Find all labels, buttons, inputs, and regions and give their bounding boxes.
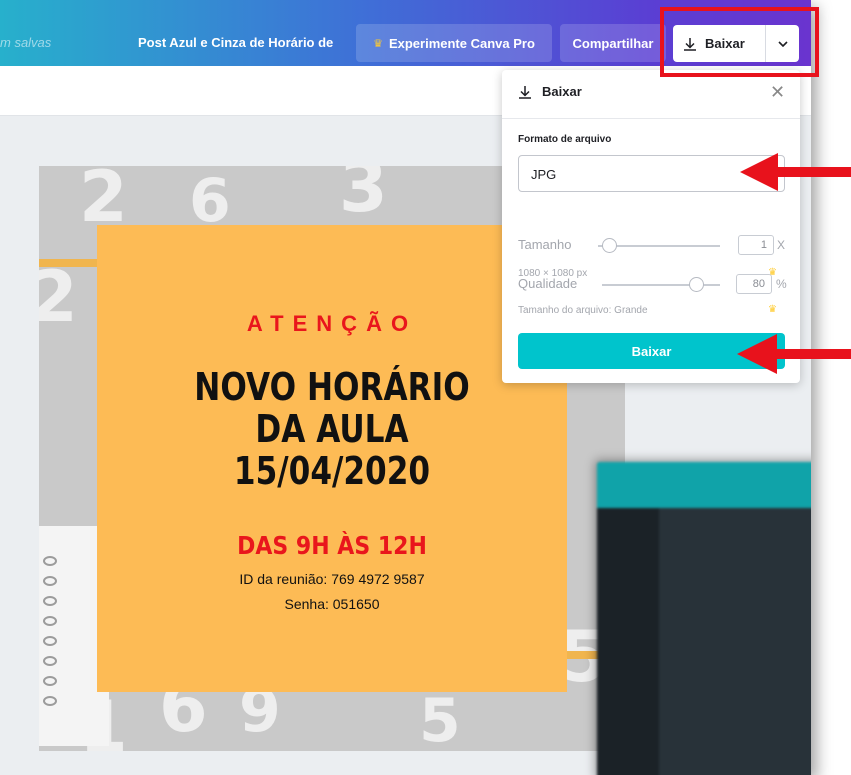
canva-editor-window: m salvas Post Azul e Cinza de Horário de… [0,0,811,775]
notebook-ring [43,616,57,626]
class-hours: DAS 9H ÀS 12H [237,531,427,560]
background-number-decoration: 5 [419,686,461,751]
arrow-pointing-format [740,153,851,191]
notebook-ring [43,696,57,706]
quality-slider-thumb[interactable] [689,277,705,292]
try-canva-pro-button[interactable]: ♛ Experimente Canva Pro [356,24,552,62]
file-size-note: Tamanho do arquivo: Grande [518,305,648,316]
notebook-ring [43,636,57,646]
size-unit: X [777,238,786,252]
background-number-decoration: 2 [39,256,78,338]
thumbnail-sidebar [597,508,659,775]
meeting-id: ID da reunião: 769 4972 9587 [239,571,425,587]
size-slider-thumb[interactable] [601,238,617,253]
headline-text: NOVO HORÁRIO DA AULA 15/04/2020 [139,366,524,492]
meeting-password: Senha: 051650 [284,596,380,612]
size-input[interactable]: 1 [738,235,774,255]
share-button[interactable]: Compartilhar [560,24,666,62]
quality-unit: % [776,277,787,291]
panel-title: Baixar [542,84,582,99]
document-title[interactable]: Post Azul e Cinza de Horário de [138,35,333,50]
close-icon[interactable]: ✕ [770,83,785,101]
headline-line-2: DA AULA [255,407,409,451]
saved-status: m salvas [0,35,52,50]
notebook-ring [43,656,57,666]
quality-input[interactable]: 80 [736,274,772,294]
crown-icon: ♛ [373,37,383,50]
size-label: Tamanho [518,237,572,252]
quality-label: Qualidade [518,276,578,291]
announcement-card[interactable]: ATENÇÃO NOVO HORÁRIO DA AULA 15/04/2020 … [97,225,567,692]
attention-heading: ATENÇÃO [246,311,418,336]
notebook-ring [43,596,57,606]
overlaid-screenshot-thumbnail [597,462,811,775]
download-icon [519,85,531,99]
headline-line-3: 15/04/2020 [233,449,431,493]
file-format-label: Formato de arquivo [518,134,612,145]
panel-header: Baixar [518,84,582,99]
background-number-decoration: 3 [339,166,388,228]
highlight-box [660,7,819,77]
headline-line-1: NOVO HORÁRIO [194,365,470,409]
panel-divider [502,118,800,119]
accent-line-left [39,259,99,267]
thumbnail-panel [659,508,811,775]
crown-icon: ♛ [768,304,777,315]
thumbnail-topbar [597,462,811,508]
notebook-ring [43,676,57,686]
arrow-pointing-download [737,334,851,374]
notebook-ring [43,556,57,566]
try-canva-pro-label: Experimente Canva Pro [388,35,535,51]
notebook-ring [43,576,57,586]
